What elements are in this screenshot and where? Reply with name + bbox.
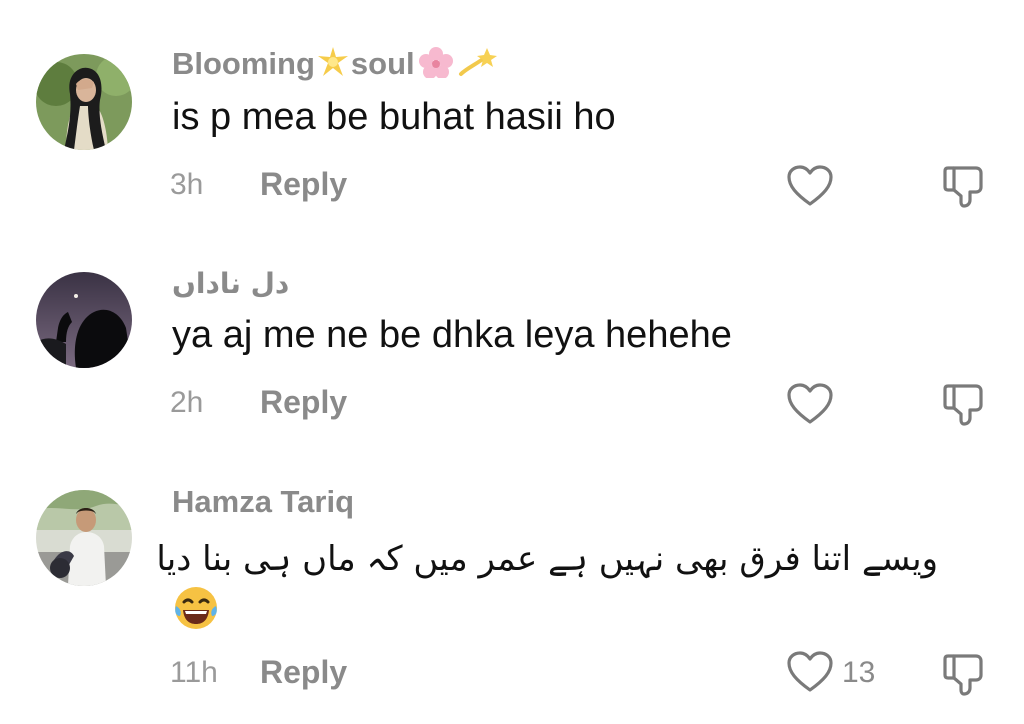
- thumbs-down-icon: [943, 654, 983, 696]
- crying-laughing-emoji: [172, 584, 220, 642]
- timestamp: 2h: [170, 386, 204, 419]
- dizzy-icon: [453, 46, 497, 81]
- like-button[interactable]: [786, 164, 834, 208]
- heart-icon: [787, 651, 833, 692]
- dislike-button[interactable]: [940, 380, 988, 428]
- timestamp: 3h: [170, 168, 204, 201]
- like-count: 13: [842, 656, 876, 689]
- dislike-button[interactable]: [940, 650, 988, 698]
- reply-button[interactable]: Reply: [260, 386, 347, 418]
- dislike-button[interactable]: [940, 162, 988, 210]
- comment-text: ya aj me ne be dhka leya hehehe: [172, 314, 732, 356]
- reply-button[interactable]: Reply: [260, 168, 347, 200]
- avatar[interactable]: [36, 272, 132, 368]
- glowing-star-icon: [315, 46, 351, 81]
- comment-text: ویسے اتنا فرق بھی نہیں ہے عمر میں کہ ماں…: [156, 539, 938, 579]
- username[interactable]: Blooming soul: [172, 46, 497, 79]
- thumbs-down-icon: [943, 166, 983, 208]
- avatar-image: [36, 54, 132, 150]
- username-text-2: soul: [350, 46, 415, 81]
- username-text: Blooming: [172, 46, 315, 81]
- avatar[interactable]: [36, 54, 132, 150]
- timestamp: 11h: [170, 656, 218, 689]
- username[interactable]: دل ناداں: [172, 270, 289, 298]
- laughing-tears-icon: [175, 587, 217, 629]
- avatar-image: [36, 272, 132, 368]
- heart-icon: [787, 165, 833, 206]
- avatar-image: [36, 490, 132, 586]
- comment-text: is p mea be buhat hasii ho: [172, 96, 616, 138]
- heart-icon: [787, 383, 833, 424]
- like-button[interactable]: [786, 382, 834, 426]
- username[interactable]: Hamza Tariq: [172, 486, 354, 517]
- thumbs-down-icon: [943, 384, 983, 426]
- avatar[interactable]: [36, 490, 132, 586]
- cherry-blossom-icon: [415, 46, 453, 81]
- like-button[interactable]: [786, 650, 834, 694]
- reply-button[interactable]: Reply: [260, 656, 347, 688]
